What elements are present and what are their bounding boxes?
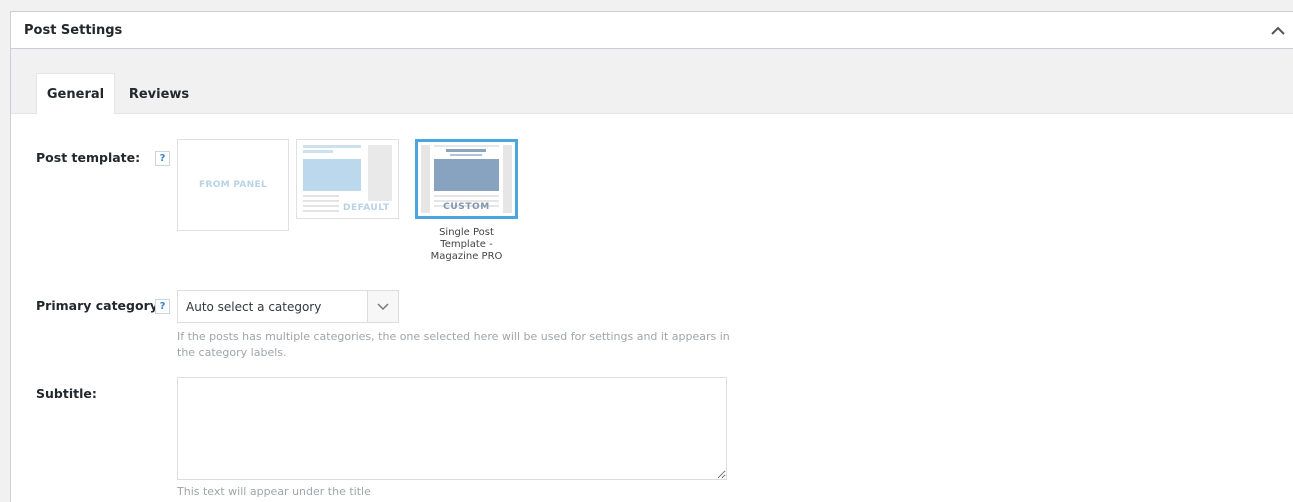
template-option-custom[interactable]: CUSTOM (415, 139, 518, 219)
primary-category-select[interactable]: Auto select a category (177, 290, 399, 323)
primary-category-label: Primary category: (36, 298, 163, 313)
metabox-header: Post Settings (11, 12, 1293, 49)
template-default-label: DEFAULT (343, 203, 390, 213)
template-option-from-panel[interactable]: FROM PANEL (177, 139, 289, 231)
primary-category-value: Auto select a category (186, 300, 322, 314)
subtitle-input[interactable] (177, 377, 727, 480)
template-custom-label: CUSTOM (443, 202, 490, 212)
subtitle-label: Subtitle: (36, 386, 97, 401)
template-custom-caption: Single Post Template - Magazine PRO (430, 227, 503, 262)
post-settings-metabox: Post Settings General Reviews Post templ… (10, 11, 1293, 502)
metabox-title: Post Settings (24, 23, 123, 38)
template-option-default[interactable]: DEFAULT (296, 139, 399, 219)
post-template-help-icon[interactable]: ? (155, 151, 170, 166)
subtitle-description: This text will appear under the title (177, 485, 371, 498)
template-from-panel-label: FROM PANEL (199, 180, 267, 190)
metabox-body: General Reviews Post template: ? FROM PA… (11, 49, 1293, 502)
primary-category-help-icon[interactable]: ? (155, 299, 170, 314)
tab-bar: General Reviews (11, 49, 1293, 115)
primary-category-description: If the posts has multiple categories, th… (177, 330, 730, 359)
tab-general[interactable]: General (36, 73, 115, 115)
tab-reviews[interactable]: Reviews (119, 73, 199, 115)
post-template-label: Post template: (36, 150, 141, 165)
chevron-up-icon[interactable] (1267, 21, 1289, 41)
chevron-down-icon[interactable] (367, 291, 398, 322)
